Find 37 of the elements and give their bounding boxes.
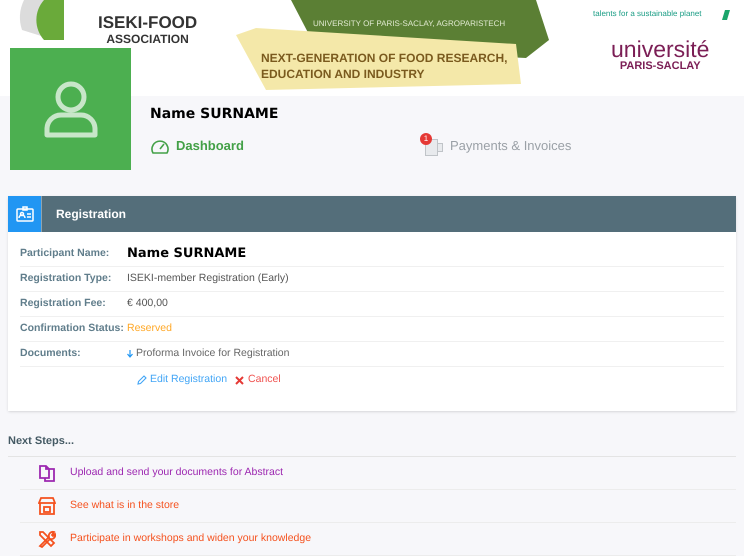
banner-title: EDUCATION AND INDUSTRY <box>261 66 426 82</box>
nav-tab[interactable]: 1 Payments & Invoices <box>422 136 572 156</box>
tools-icon <box>38 530 56 548</box>
download-icon <box>127 350 133 358</box>
store-icon <box>38 497 56 515</box>
tagline: talents for a sustainable planet <box>593 10 702 18</box>
field-label: Documents: <box>20 346 82 362</box>
documents-icon <box>38 464 56 482</box>
status-value: Reserved <box>127 321 172 336</box>
field-label: Registration Type: <box>20 271 112 286</box>
next-step-link[interactable]: See what is in the store <box>20 490 736 523</box>
field-label: Participant Name: <box>20 246 110 262</box>
next-step-link[interactable]: Participate in workshops and widen your knowledge <box>20 523 736 556</box>
pencil-icon <box>137 375 147 385</box>
field-value: ISEKI-member Registration (Early) <box>127 271 289 286</box>
section-title: Next Steps... <box>8 434 76 449</box>
close-icon <box>235 376 244 384</box>
university-name: PARIS-SACLAY <box>620 61 701 72</box>
id-card-icon <box>16 206 34 222</box>
notification-badge: 1 <box>420 133 432 145</box>
field-label: Registration Fee: <box>20 296 107 312</box>
nav-tab[interactable]: Dashboard <box>150 136 422 156</box>
section-title: Registration <box>56 206 126 223</box>
slash-icon <box>722 10 730 20</box>
field-label: Confirmation Status: <box>20 321 125 336</box>
association-name: ASSOCIATION <box>106 33 189 45</box>
document-link[interactable]: Proforma Invoice for Registration <box>127 346 290 362</box>
banner-subtitle: UNIVERSITY OF PARIS-SACLAY, AGROPARISTECH <box>313 18 506 30</box>
university-name: université <box>611 38 710 61</box>
next-step-link[interactable]: Upload and send your documents for Abstract <box>20 457 736 490</box>
user-name: Name SURNAME <box>150 105 280 124</box>
association-name: ISEKI-FOOD <box>98 14 198 31</box>
banner-title: NEXT-GENERATION OF FOOD RESEARCH, <box>261 50 508 66</box>
edit-link[interactable]: Edit Registration <box>137 372 228 388</box>
field-value: € 400,00 <box>127 296 168 312</box>
cancel-link[interactable]: Cancel <box>235 372 281 388</box>
field-value: Name SURNAME <box>127 245 246 264</box>
